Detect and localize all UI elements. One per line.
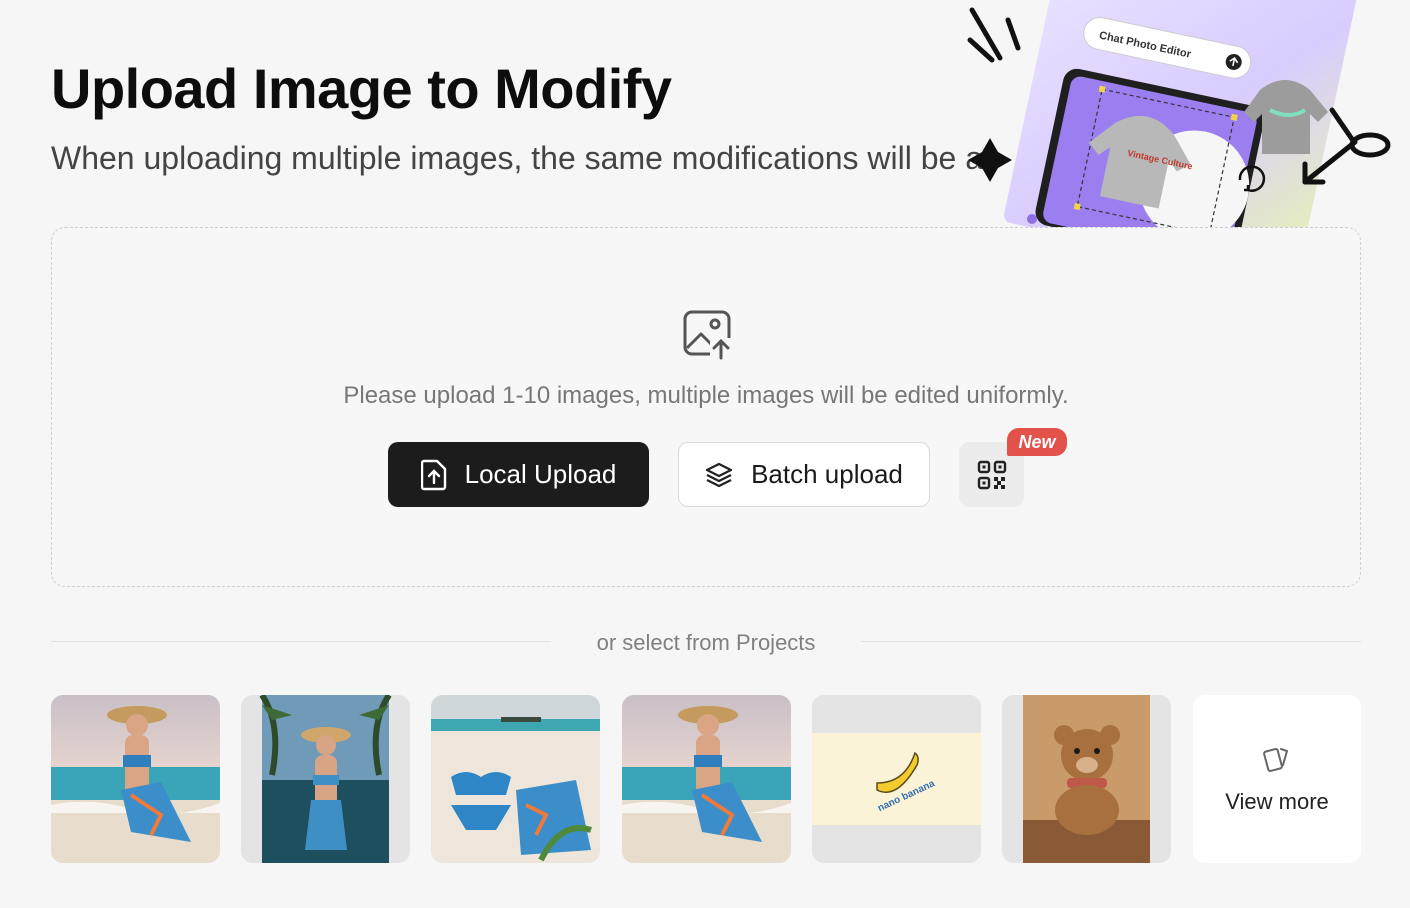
drop-zone[interactable]: Please upload 1-10 images, multiple imag… — [51, 227, 1361, 587]
project-thumbnail[interactable] — [622, 695, 791, 863]
new-badge: New — [1007, 428, 1067, 456]
page-title: Upload Image to Modify — [51, 57, 672, 120]
layers-icon — [705, 462, 733, 487]
upload-hint: Please upload 1-10 images, multiple imag… — [343, 382, 1069, 409]
batch-upload-label: Batch upload — [751, 459, 903, 489]
image-upload-icon — [683, 310, 732, 360]
view-more-label: View more — [1225, 789, 1329, 814]
view-more-button[interactable]: View more — [1193, 695, 1361, 863]
sparkle-icon — [968, 138, 1012, 182]
file-upload-icon — [420, 459, 446, 490]
batch-upload-button[interactable]: Batch upload — [678, 442, 930, 507]
project-thumbnail[interactable]: nano banana — [812, 695, 981, 863]
project-thumbnail[interactable] — [431, 695, 600, 863]
projects-divider-label: or select from Projects — [596, 630, 816, 655]
qr-code-icon — [977, 460, 1006, 489]
local-upload-button[interactable]: Local Upload — [388, 442, 649, 507]
burst-lines-icon — [967, 7, 1021, 63]
projects-divider: or select from Projects — [51, 628, 1361, 658]
local-upload-label: Local Upload — [464, 459, 617, 489]
page-subtitle: When uploading multiple images, the same… — [51, 140, 984, 176]
project-thumbnail[interactable] — [241, 695, 410, 863]
project-thumbnail[interactable] — [1002, 695, 1171, 863]
cards-icon — [1263, 747, 1289, 773]
project-thumbnail[interactable] — [51, 695, 220, 863]
hero-illustration: tor Chat Photo Editor Vintage Culture — [960, 0, 1400, 228]
